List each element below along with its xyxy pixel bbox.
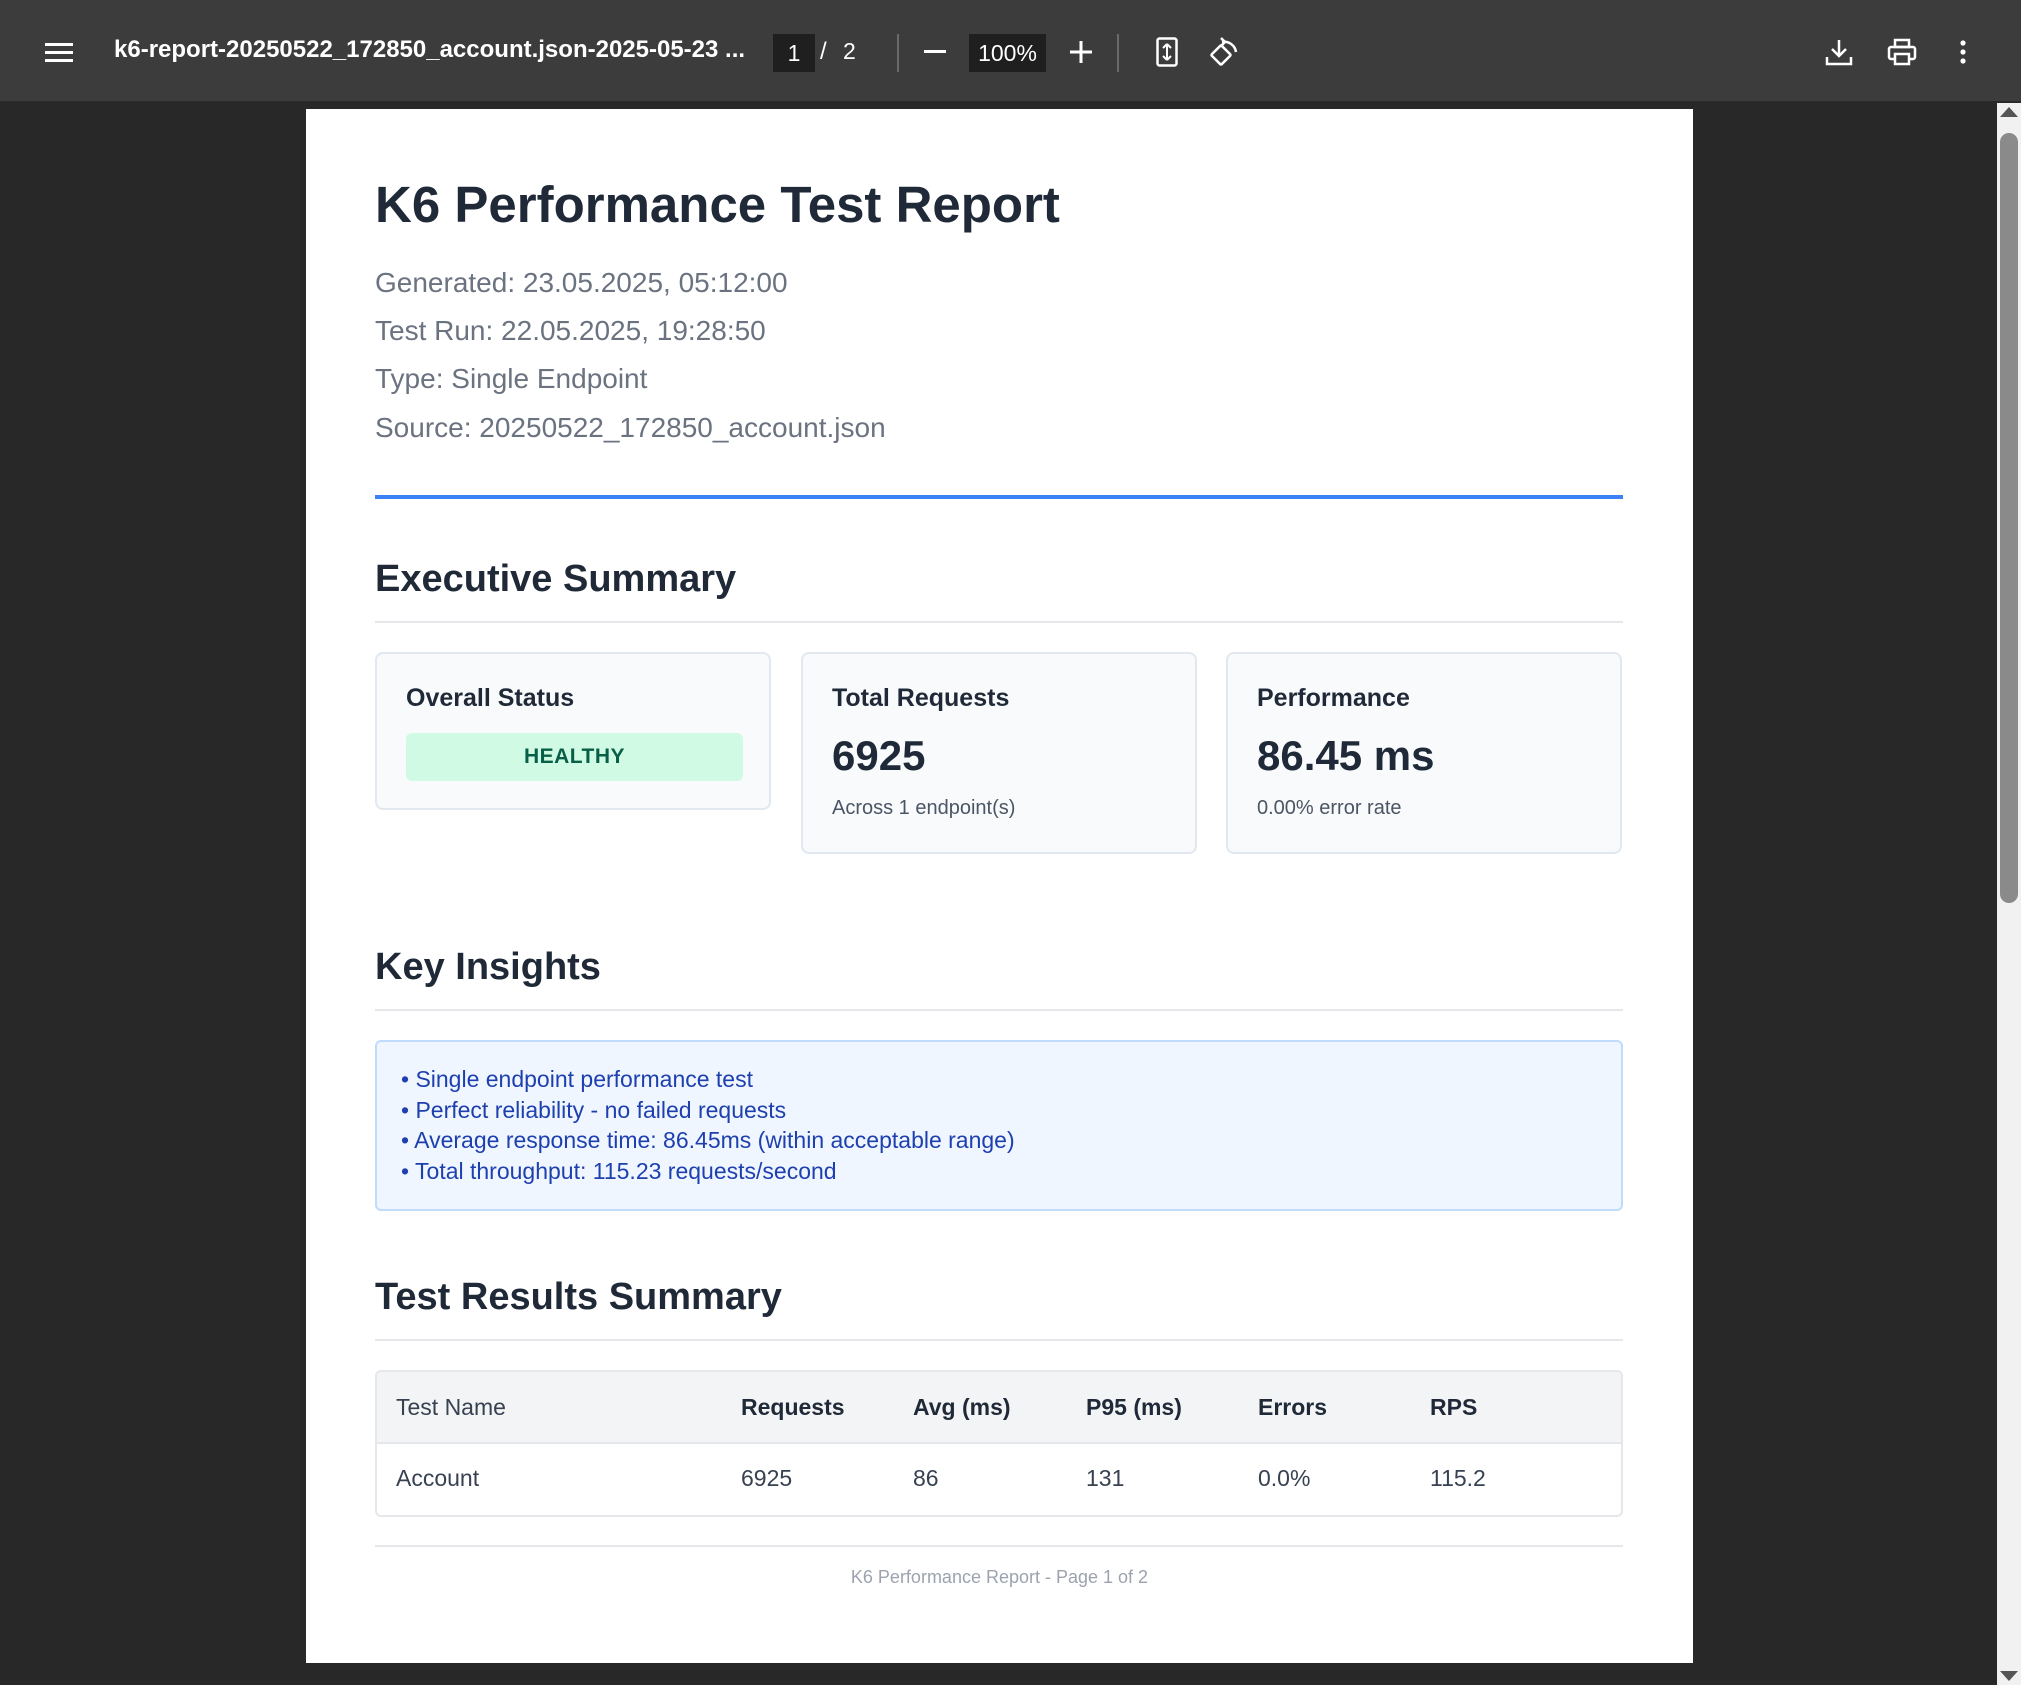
pdf-toolbar: k6-report-20250522_172850_account.json-2… xyxy=(0,0,2021,102)
column-header-avg: Avg (ms) xyxy=(913,1394,1011,1420)
cell-requests: 6925 xyxy=(741,1465,793,1491)
insight-item: • Single endpoint performance test xyxy=(401,1066,753,1092)
toolbar-divider xyxy=(1117,34,1119,72)
pdf-page: K6 Performance Test Report Generated: 23… xyxy=(306,109,1693,1663)
menu-icon[interactable] xyxy=(38,31,80,73)
insight-item: • Total throughput: 115.23 requests/seco… xyxy=(401,1157,837,1184)
page-footer: K6 Performance Report - Page 1 of 2 xyxy=(850,1567,1149,1587)
fit-page-icon[interactable] xyxy=(1148,31,1186,73)
key-insights-heading: Key Insights xyxy=(375,946,601,988)
total-requests-card: Total Requests 6925 Across 1 endpoint(s) xyxy=(801,652,1197,854)
toolbar-divider xyxy=(897,34,899,72)
test-results-heading: Test Results Summary xyxy=(375,1276,782,1318)
key-insights-box: • Single endpoint performance test • Per… xyxy=(375,1040,1623,1211)
generated-date: Generated: 23.05.2025, 05:12:00 xyxy=(375,267,788,298)
test-type: Type: Single Endpoint xyxy=(375,363,648,394)
performance-value: 86.45 ms xyxy=(1257,732,1435,779)
scroll-down-arrow-icon[interactable] xyxy=(2000,1671,2018,1681)
cell-avg: 86 xyxy=(913,1465,939,1491)
source-file: Source: 20250522_172850_account.json xyxy=(375,412,886,443)
footer-divider xyxy=(375,1545,1623,1547)
section-divider xyxy=(375,1009,1623,1011)
table-header-row: Test Name Requests Avg (ms) P95 (ms) Err… xyxy=(377,1372,1621,1444)
column-header-errors: Errors xyxy=(1258,1394,1328,1420)
column-header-requests: Requests xyxy=(741,1394,845,1420)
status-badge: HEALTHY xyxy=(406,733,743,781)
scrollbar-thumb[interactable] xyxy=(2000,133,2018,903)
column-header-test-name: Test Name xyxy=(396,1394,506,1420)
download-icon[interactable] xyxy=(1818,31,1860,73)
cell-errors: 0.0% xyxy=(1258,1465,1311,1491)
overall-status-label: Overall Status xyxy=(406,684,575,712)
performance-label: Performance xyxy=(1257,684,1410,712)
more-options-icon[interactable] xyxy=(1946,31,1980,73)
page-total: 2 xyxy=(843,38,856,64)
total-requests-value: 6925 xyxy=(832,732,926,779)
error-rate-subtext: 0.00% error rate xyxy=(1257,797,1402,819)
page-number-input[interactable]: 1 xyxy=(773,34,815,72)
vertical-scrollbar[interactable] xyxy=(1997,103,2021,1685)
zoom-in-button[interactable] xyxy=(1062,31,1100,73)
column-header-rps: RPS xyxy=(1430,1394,1478,1420)
total-requests-subtext: Across 1 endpoint(s) xyxy=(832,797,1016,819)
print-icon[interactable] xyxy=(1881,31,1923,73)
zoom-level-input[interactable]: 100% xyxy=(969,34,1046,72)
cell-p95: 131 xyxy=(1086,1465,1125,1491)
results-table: Test Name Requests Avg (ms) P95 (ms) Err… xyxy=(375,1370,1623,1517)
executive-summary-heading: Executive Summary xyxy=(375,558,737,600)
scroll-up-arrow-icon[interactable] xyxy=(2000,107,2018,117)
section-divider xyxy=(375,1339,1623,1341)
report-title: K6 Performance Test Report xyxy=(375,176,1060,233)
page-separator: / xyxy=(820,38,827,65)
overall-status-card: Overall Status HEALTHY xyxy=(375,652,771,810)
test-run-date: Test Run: 22.05.2025, 19:28:50 xyxy=(375,315,766,346)
section-divider xyxy=(375,621,1623,623)
total-requests-label: Total Requests xyxy=(832,684,1010,712)
insight-item: • Average response time: 86.45ms (within… xyxy=(401,1127,1015,1153)
column-header-p95: P95 (ms) xyxy=(1086,1394,1182,1420)
insight-item: • Perfect reliability - no failed reques… xyxy=(401,1096,787,1123)
header-divider xyxy=(375,495,1623,499)
performance-card: Performance 86.45 ms 0.00% error rate xyxy=(1226,652,1622,854)
zoom-out-button[interactable] xyxy=(916,31,954,73)
cell-test-name: Account xyxy=(396,1465,480,1491)
document-title: k6-report-20250522_172850_account.json-2… xyxy=(114,36,746,63)
rotate-icon[interactable] xyxy=(1203,31,1245,73)
cell-rps: 115.2 xyxy=(1430,1465,1486,1491)
